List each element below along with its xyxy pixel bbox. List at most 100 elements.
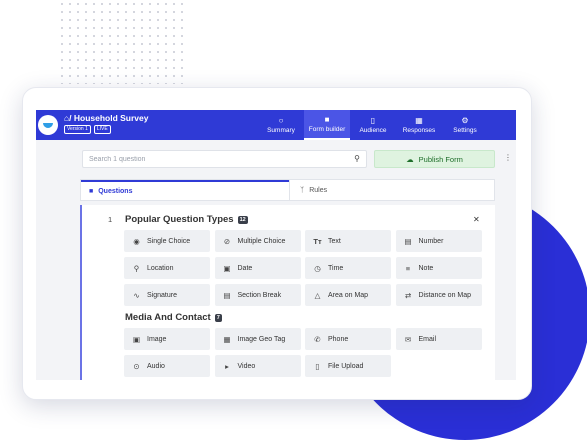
- question-type-picker: 1 Popular Question Types 12 ✕ ◉ Single Ch…: [80, 205, 495, 380]
- type-label: Audio: [147, 362, 165, 370]
- summary-icon: ○: [278, 116, 284, 125]
- more-options-icon[interactable]: ⋮: [504, 153, 512, 162]
- type-label: Image: [147, 335, 167, 343]
- tab-settings[interactable]: ⚙ Settings: [442, 110, 488, 140]
- text-icon: Tт: [313, 236, 322, 246]
- responses-icon: ▦: [415, 116, 423, 125]
- type-single-choice[interactable]: ◉ Single Choice: [124, 230, 210, 252]
- type-label: Video: [237, 362, 256, 370]
- type-file-upload[interactable]: ▯ File Upload: [305, 355, 391, 377]
- type-label: Time: [328, 264, 344, 272]
- type-image-geo-tag[interactable]: ▦ Image Geo Tag: [214, 328, 301, 350]
- breadcrumb: ⌂/ Household Survey: [64, 113, 149, 123]
- type-label: Date: [237, 264, 253, 272]
- type-note[interactable]: ≡ Note: [395, 257, 482, 279]
- question-number: 1: [108, 215, 113, 224]
- popular-types-heading: Popular Question Types 12: [125, 214, 248, 225]
- tab-questions-label: Questions: [98, 188, 133, 195]
- cloud-upload-icon: ☁: [406, 154, 414, 164]
- type-label: Image Geo Tag: [237, 335, 286, 343]
- signature-icon: ∿: [133, 290, 140, 300]
- map-area-icon: △: [314, 290, 321, 300]
- search-input[interactable]: [83, 151, 343, 167]
- type-label: Location: [147, 264, 174, 272]
- clock-icon: ◷: [314, 263, 321, 273]
- type-label: Text: [328, 237, 341, 245]
- type-date[interactable]: ▣ Date: [214, 257, 301, 279]
- tab-rules-label: Rules: [309, 187, 328, 194]
- type-audio[interactable]: ⊙ Audio: [124, 355, 210, 377]
- type-number[interactable]: ▤ Number: [395, 230, 482, 252]
- live-badge: LIVE: [93, 125, 111, 134]
- app-logo-icon[interactable]: [38, 115, 58, 135]
- tab-audience-label: Audience: [359, 127, 387, 134]
- location-pin-icon: ⚲: [133, 263, 140, 273]
- close-icon[interactable]: ✕: [473, 215, 480, 224]
- phone-icon: ✆: [314, 334, 321, 344]
- tab-responses[interactable]: ▦ Responses: [396, 110, 442, 140]
- type-label: Email: [418, 335, 437, 343]
- video-icon: ▸: [225, 361, 229, 371]
- type-label: Note: [418, 264, 434, 272]
- form-builder-icon: ■: [324, 115, 330, 124]
- email-icon: ✉: [404, 334, 412, 344]
- tab-form-builder[interactable]: ■ Form builder: [304, 110, 350, 140]
- tab-settings-label: Settings: [453, 127, 477, 134]
- type-label: Distance on Map: [418, 291, 472, 299]
- type-location[interactable]: ⚲ Location: [124, 257, 210, 279]
- type-phone[interactable]: ✆ Phone: [305, 328, 391, 350]
- type-label: Phone: [328, 335, 349, 343]
- tab-responses-label: Responses: [402, 127, 436, 134]
- marketing-stage: ⌂/ Household Survey Version 1 LIVE ○ Sum…: [0, 0, 587, 446]
- number-icon: ▤: [404, 236, 412, 246]
- top-navigation-bar: ⌂/ Household Survey Version 1 LIVE ○ Sum…: [36, 110, 516, 140]
- search-icon[interactable]: ⚲: [354, 154, 360, 163]
- type-video[interactable]: ▸ Video: [214, 355, 301, 377]
- type-area-on-map[interactable]: △ Area on Map: [305, 284, 391, 306]
- image-icon: ▣: [132, 334, 141, 344]
- image-geo-tag-icon: ▦: [223, 334, 231, 344]
- file-icon: ▯: [315, 361, 320, 371]
- tab-questions[interactable]: ■ Questions: [81, 180, 289, 201]
- question-search: ⚲: [82, 150, 367, 168]
- popular-types-grid: ◉ Single Choice ⊘ Multiple Choice Tт Text ▤…: [124, 230, 482, 306]
- type-signature[interactable]: ∿ Signature: [124, 284, 210, 306]
- popular-types-count: 12: [237, 215, 248, 224]
- popular-types-title: Popular Question Types: [125, 214, 234, 225]
- tab-audience[interactable]: ▯ Audience: [350, 110, 396, 140]
- questions-icon: ■: [89, 188, 94, 195]
- app-screen: ⌂/ Household Survey Version 1 LIVE ○ Sum…: [36, 110, 516, 380]
- type-label: Single Choice: [147, 237, 191, 245]
- publish-form-button[interactable]: ☁ Publish Form: [374, 150, 495, 168]
- type-multiple-choice[interactable]: ⊘ Multiple Choice: [214, 230, 301, 252]
- settings-icon: ⚙: [461, 116, 469, 125]
- type-time[interactable]: ◷ Time: [305, 257, 391, 279]
- distance-icon: ⇄: [404, 290, 412, 300]
- tab-summary[interactable]: ○ Summary: [258, 110, 304, 140]
- form-title: / Household Survey: [69, 113, 149, 123]
- type-email[interactable]: ✉ Email: [395, 328, 482, 350]
- type-image[interactable]: ▣ Image: [124, 328, 210, 350]
- tab-form-builder-label: Form builder: [308, 126, 346, 133]
- media-contact-title: Media And Contact: [125, 312, 211, 323]
- dot-pattern-decoration: [58, 0, 183, 84]
- tab-summary-label: Summary: [267, 127, 295, 134]
- version-badge[interactable]: Version 1: [64, 125, 91, 134]
- check-circle-icon: ⊘: [223, 236, 231, 246]
- type-section-break[interactable]: ▤ Section Break: [214, 284, 301, 306]
- publish-form-label: Publish Form: [418, 154, 463, 164]
- rules-icon: ᛉ: [300, 187, 305, 194]
- type-label: Area on Map: [328, 291, 369, 299]
- section-break-icon: ▤: [223, 290, 231, 300]
- version-badges: Version 1 LIVE: [64, 125, 111, 134]
- nav-tabs: ○ Summary ■ Form builder ▯ Audience ▦ Re…: [258, 110, 488, 140]
- type-text[interactable]: Tт Text: [305, 230, 391, 252]
- type-label: Multiple Choice: [237, 237, 286, 245]
- media-contact-count: 7: [214, 313, 222, 322]
- media-types-grid: ▣ Image ▦ Image Geo Tag ✆ Phone ✉ Email ⊙ Aud…: [124, 328, 482, 377]
- type-label: Signature: [147, 291, 177, 299]
- type-distance-on-map[interactable]: ⇄ Distance on Map: [395, 284, 482, 306]
- type-label: File Upload: [328, 362, 364, 370]
- tab-rules[interactable]: ᛉ Rules: [289, 180, 495, 201]
- media-contact-heading: Media And Contact 7: [125, 312, 222, 323]
